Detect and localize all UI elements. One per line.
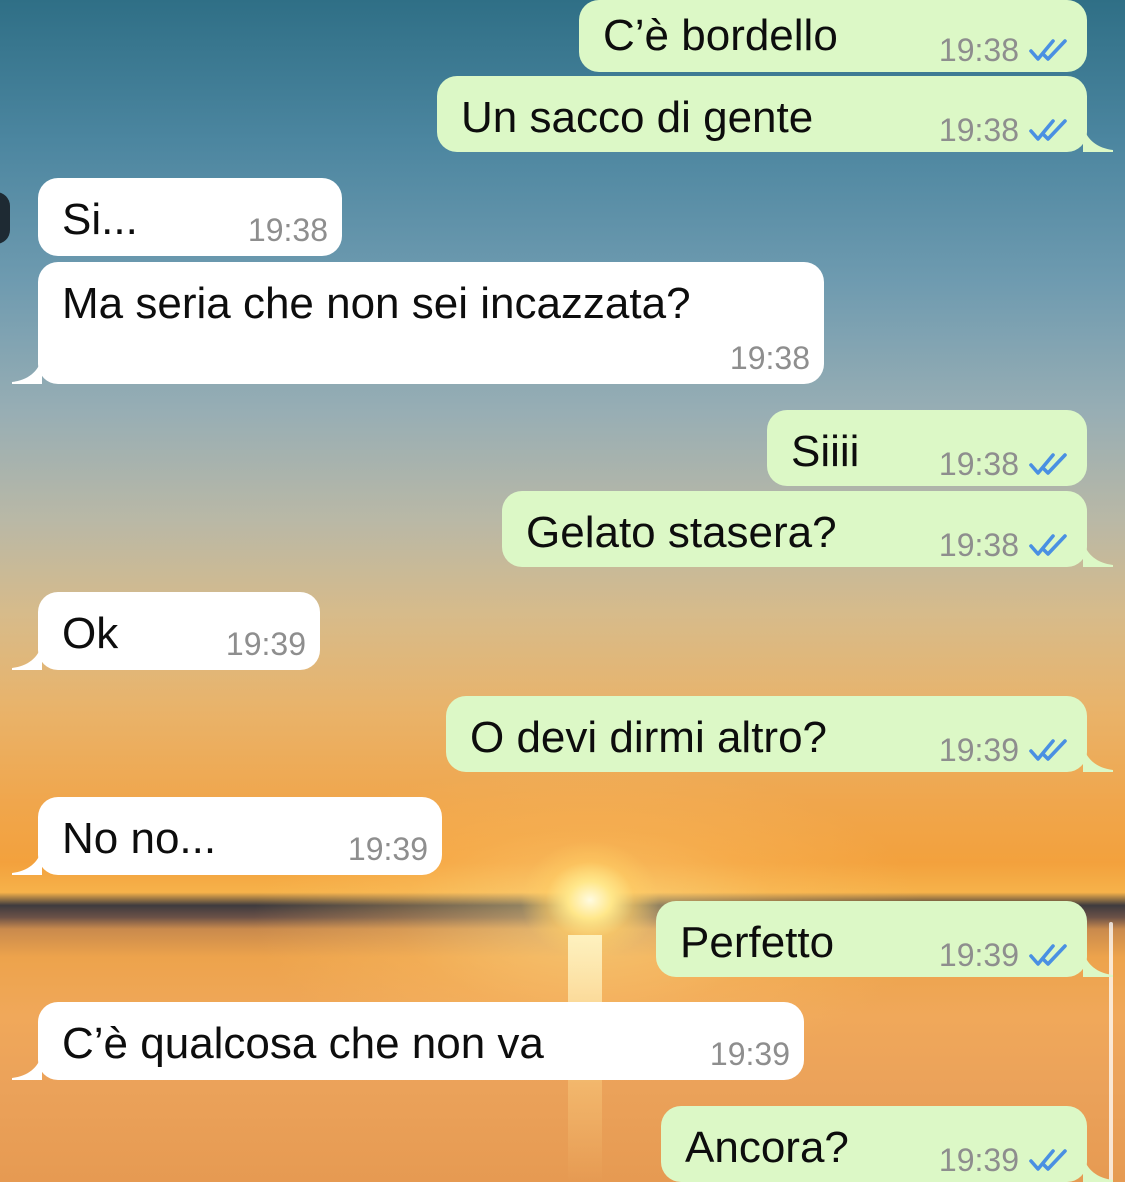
- message-text: Ok: [62, 609, 119, 658]
- message-text: Ma seria che non sei incazzata?: [62, 279, 691, 328]
- message-bubble-outgoing[interactable]: Perfetto 19:39: [656, 901, 1113, 977]
- message-meta: 19:39: [939, 734, 1075, 766]
- message-bubble-outgoing[interactable]: O devi dirmi altro? 19:39: [446, 696, 1113, 772]
- message-text: Un sacco di gente: [461, 93, 814, 142]
- message-meta: 19:38: [939, 529, 1075, 561]
- message-text: Ancora?: [685, 1123, 849, 1172]
- double-check-icon: [1029, 39, 1067, 61]
- bubble-tail: [12, 644, 42, 670]
- message-bubble-incoming[interactable]: C’è qualcosa che non va 19:39: [12, 1002, 804, 1080]
- message-bubble-incoming[interactable]: Si... 19:38: [38, 178, 342, 256]
- message-bubble-incoming[interactable]: No no... 19:39: [12, 797, 442, 875]
- message-bubble-outgoing[interactable]: Ancora? 19:39: [661, 1106, 1113, 1182]
- message-meta: 19:39: [939, 1144, 1075, 1176]
- message-time: 19:38: [247, 212, 328, 248]
- bubble-tail: [1083, 746, 1113, 772]
- message-time: 19:39: [938, 1142, 1019, 1178]
- message-meta: 19:38: [939, 114, 1075, 146]
- message-time: 19:39: [938, 937, 1019, 973]
- message-meta: 19:39: [710, 1038, 790, 1070]
- message-meta: 19:38: [939, 448, 1075, 480]
- message-text: Siiii: [791, 427, 860, 476]
- message-meta: 19:38: [248, 214, 328, 246]
- message-bubble-outgoing[interactable]: Gelato stasera? 19:38: [502, 491, 1113, 567]
- double-check-icon: [1029, 453, 1067, 475]
- double-check-icon: [1029, 944, 1067, 966]
- partial-avatar: [0, 192, 10, 244]
- double-check-icon: [1029, 534, 1067, 556]
- double-check-icon: [1029, 739, 1067, 761]
- message-text: O devi dirmi altro?: [470, 713, 828, 762]
- message-bubble-outgoing[interactable]: Siiii 19:38: [767, 410, 1087, 486]
- message-time: 19:38: [938, 446, 1019, 482]
- message-meta: 19:38: [730, 342, 810, 374]
- bubble-tail: [12, 849, 42, 875]
- bubble-tail: [1083, 541, 1113, 567]
- message-meta: 19:38: [939, 34, 1075, 66]
- bubble-tail: [1083, 1156, 1113, 1182]
- bubble-tail: [1083, 951, 1113, 977]
- message-text: No no...: [62, 814, 217, 863]
- double-check-icon: [1029, 119, 1067, 141]
- message-bubble-incoming[interactable]: Ok 19:39: [12, 592, 320, 670]
- message-bubble-outgoing[interactable]: Un sacco di gente 19:38: [437, 76, 1113, 152]
- bubble-tail: [12, 358, 42, 384]
- message-text: C’è qualcosa che non va: [62, 1019, 544, 1068]
- message-bubble-incoming[interactable]: Ma seria che non sei incazzata? 19:38: [12, 262, 824, 384]
- message-meta: 19:39: [226, 628, 306, 660]
- message-text: Perfetto: [680, 918, 835, 967]
- message-time: 19:38: [729, 340, 810, 376]
- bubble-tail: [12, 1054, 42, 1080]
- message-time: 19:39: [709, 1036, 790, 1072]
- message-bubble-outgoing[interactable]: C’è bordello 19:38: [579, 0, 1087, 72]
- message-text: C’è bordello: [603, 11, 838, 60]
- message-time: 19:38: [938, 527, 1019, 563]
- message-time: 19:39: [938, 732, 1019, 768]
- message-meta: 19:39: [939, 939, 1075, 971]
- message-meta: 19:39: [348, 833, 428, 865]
- bubble-tail: [1083, 126, 1113, 152]
- message-text: Gelato stasera?: [526, 508, 837, 557]
- message-time: 19:38: [938, 112, 1019, 148]
- message-time: 19:38: [938, 32, 1019, 68]
- message-time: 19:39: [347, 831, 428, 867]
- double-check-icon: [1029, 1149, 1067, 1171]
- message-text: Si...: [62, 195, 138, 244]
- message-time: 19:39: [225, 626, 306, 662]
